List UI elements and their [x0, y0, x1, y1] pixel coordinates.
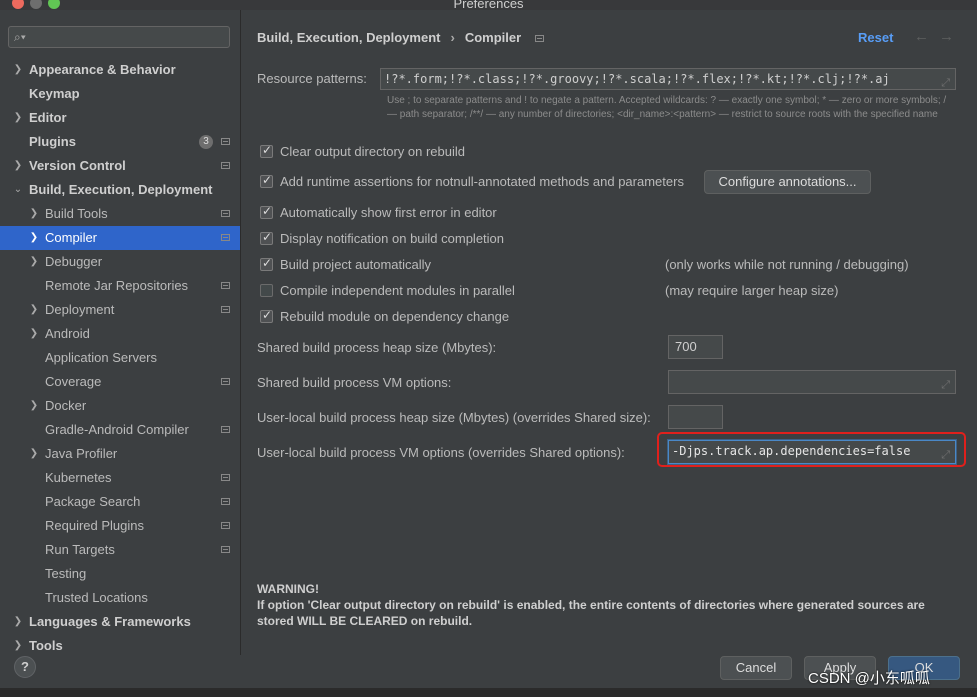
- project-settings-icon: [221, 234, 230, 241]
- warning-title: WARNING!: [257, 582, 319, 596]
- project-settings-icon: [221, 282, 230, 289]
- resource-patterns-label: Resource patterns:: [257, 71, 367, 86]
- checkbox-unchecked[interactable]: [260, 284, 273, 297]
- plugins-update-badge: 3: [199, 135, 213, 149]
- project-settings-icon: [221, 306, 230, 313]
- user-heap-size-label: User-local build process heap size (Mbyt…: [257, 410, 651, 425]
- project-settings-icon: [221, 162, 230, 169]
- sidebar-item-application-servers[interactable]: Application Servers: [0, 346, 240, 370]
- help-button[interactable]: ?: [14, 656, 36, 678]
- project-settings-icon: [221, 138, 230, 145]
- project-settings-icon: [534, 35, 544, 42]
- chevron-right-icon: ❯: [29, 232, 39, 243]
- project-settings-icon: [221, 378, 230, 385]
- heap-size-input[interactable]: 700: [668, 335, 723, 359]
- settings-tree: ❯ Appearance & Behavior Keymap ❯ Editor Pl…: [0, 58, 240, 655]
- sidebar-item-compiler[interactable]: ❯ Compiler: [0, 226, 240, 250]
- sidebar-item-required-plugins[interactable]: Required Plugins: [0, 514, 240, 538]
- sidebar-item-package-search[interactable]: Package Search: [0, 490, 240, 514]
- chevron-right-icon: ❯: [29, 400, 39, 411]
- expand-icon[interactable]: ⤢: [941, 73, 950, 89]
- chevron-right-icon: ❯: [13, 640, 23, 651]
- sidebar-item-java-profiler[interactable]: ❯ Java Profiler: [0, 442, 240, 466]
- user-vm-options-input[interactable]: -Djps.track.ap.dependencies=false ⤢: [668, 440, 956, 464]
- build-automatically-note: (only works while not running / debuggin…: [665, 257, 909, 272]
- sidebar-item-kubernetes[interactable]: Kubernetes: [0, 466, 240, 490]
- chevron-right-icon: ❯: [13, 616, 23, 627]
- project-settings-icon: [221, 546, 230, 553]
- chevron-right-icon: ❯: [29, 304, 39, 315]
- title-bar: Preferences: [0, 0, 977, 10]
- chevron-right-icon: ❯: [13, 112, 23, 123]
- resource-patterns-input[interactable]: !?*.form;!?*.class;!?*.groovy;!?*.scala;…: [380, 68, 956, 90]
- sidebar-item-version-control[interactable]: ❯ Version Control: [0, 154, 240, 178]
- expand-icon[interactable]: ⤢: [941, 445, 950, 463]
- expand-icon[interactable]: ⤢: [941, 375, 950, 393]
- checkbox-checked[interactable]: [260, 173, 273, 188]
- chevron-right-icon: ❯: [13, 160, 23, 171]
- forward-arrow-icon[interactable]: →: [939, 28, 954, 45]
- sidebar-item-android[interactable]: ❯ Android: [0, 322, 240, 346]
- project-settings-icon: [221, 426, 230, 433]
- back-arrow-icon[interactable]: ←: [914, 28, 929, 45]
- sidebar-item-build-tools[interactable]: ❯ Build Tools: [0, 202, 240, 226]
- sidebar-item-coverage[interactable]: Coverage: [0, 370, 240, 394]
- project-settings-icon: [221, 474, 230, 481]
- breadcrumb-current: Compiler: [464, 30, 522, 45]
- sidebar: ⌕▾ ❯ Appearance & Behavior Keymap ❯ Editor…: [0, 10, 241, 655]
- checkbox-checked[interactable]: [260, 256, 273, 271]
- breadcrumb-parent[interactable]: Build, Execution, Deployment: [257, 30, 440, 45]
- sidebar-item-languages-frameworks[interactable]: ❯ Languages & Frameworks: [0, 610, 240, 634]
- sidebar-item-tools[interactable]: ❯ Tools: [0, 634, 240, 655]
- checkbox-checked[interactable]: [260, 230, 273, 245]
- resource-patterns-value: !?*.form;!?*.class;!?*.groovy;!?*.scala;…: [384, 72, 890, 86]
- breadcrumb: Build, Execution, Deployment › Compiler: [257, 30, 544, 45]
- sidebar-item-docker[interactable]: ❯ Docker: [0, 394, 240, 418]
- user-vm-options-value: -Djps.track.ap.dependencies=false: [672, 444, 911, 458]
- sidebar-item-keymap[interactable]: Keymap: [0, 82, 240, 106]
- sidebar-item-appearance-behavior[interactable]: ❯ Appearance & Behavior: [0, 58, 240, 82]
- user-heap-size-input[interactable]: [668, 405, 723, 429]
- project-settings-icon: [221, 522, 230, 529]
- heap-size-label: Shared build process heap size (Mbytes):: [257, 340, 497, 355]
- chevron-right-icon: ❯: [29, 256, 39, 267]
- window-title: Preferences: [453, 0, 524, 10]
- sidebar-item-gradle-android-compiler[interactable]: Gradle-Android Compiler: [0, 418, 240, 442]
- project-settings-icon: [221, 210, 230, 217]
- project-settings-icon: [221, 498, 230, 505]
- sidebar-item-plugins[interactable]: Plugins 3: [0, 130, 240, 154]
- chevron-right-icon: ❯: [13, 64, 23, 75]
- user-vm-options-label: User-local build process VM options (ove…: [257, 445, 625, 460]
- sidebar-item-run-targets[interactable]: Run Targets: [0, 538, 240, 562]
- parallel-compile-note: (may require larger heap size): [665, 283, 839, 298]
- chevron-right-icon: ❯: [29, 448, 39, 459]
- sidebar-item-debugger[interactable]: ❯ Debugger: [0, 250, 240, 274]
- configure-annotations-button[interactable]: Configure annotations...: [704, 170, 871, 194]
- chevron-right-icon: ❯: [29, 328, 39, 339]
- sidebar-item-testing[interactable]: Testing: [0, 562, 240, 586]
- compiler-settings-panel: Build, Execution, Deployment › Compiler Re…: [241, 10, 977, 655]
- vm-options-input[interactable]: ⤢: [668, 370, 956, 394]
- sidebar-item-deployment[interactable]: ❯ Deployment: [0, 298, 240, 322]
- bottom-strip: [0, 688, 977, 697]
- vm-options-label: Shared build process VM options:: [257, 375, 452, 390]
- chevron-right-icon: ›: [450, 30, 455, 45]
- watermark: CSDN @小东呱呱: [808, 670, 930, 687]
- chevron-down-icon: ⌄: [13, 184, 23, 195]
- cancel-button[interactable]: Cancel: [720, 656, 792, 680]
- checkbox-checked[interactable]: [260, 204, 273, 219]
- search-icon: ⌕▾: [14, 30, 26, 44]
- checkbox-checked[interactable]: [260, 143, 273, 158]
- sidebar-item-trusted-locations[interactable]: Trusted Locations: [0, 586, 240, 610]
- search-input[interactable]: ⌕▾: [8, 26, 230, 48]
- warning-text: If option 'Clear output directory on reb…: [257, 598, 925, 628]
- sidebar-item-build-execution-deployment[interactable]: ⌄ Build, Execution, Deployment: [0, 178, 240, 202]
- reset-link[interactable]: Reset: [858, 30, 893, 45]
- checkbox-checked[interactable]: [260, 308, 273, 323]
- warning-message: WARNING! If option 'Clear output directo…: [257, 581, 937, 629]
- sidebar-item-remote-jar-repositories[interactable]: Remote Jar Repositories: [0, 274, 240, 298]
- chevron-right-icon: ❯: [29, 208, 39, 219]
- resource-patterns-hint: Use ; to separate patterns and ! to nega…: [387, 95, 947, 120]
- sidebar-item-editor[interactable]: ❯ Editor: [0, 106, 240, 130]
